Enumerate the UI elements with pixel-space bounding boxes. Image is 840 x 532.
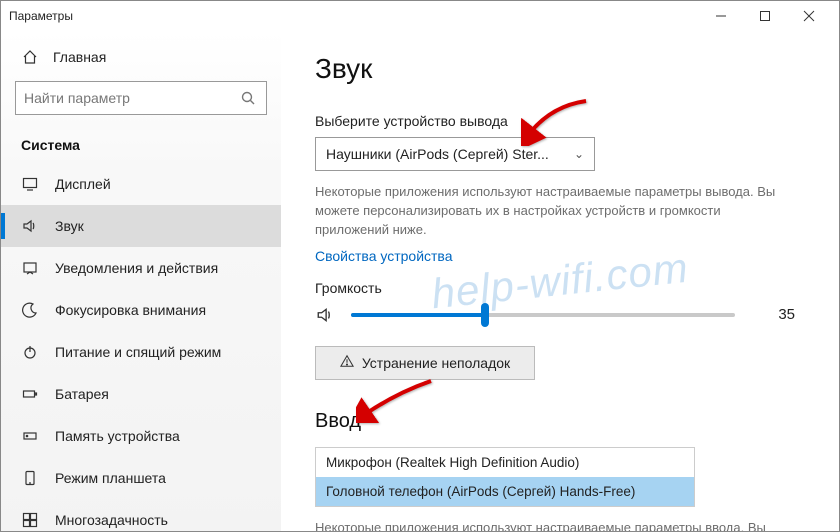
input-section-title: Ввод — [315, 410, 805, 433]
battery-icon — [21, 386, 39, 402]
nav-label: Память устройства — [55, 428, 180, 444]
window-body: Главная Система Дисплей Звук Уведомления… — [1, 31, 839, 531]
input-option-0[interactable]: Микрофон (Realtek High Definition Audio) — [316, 448, 694, 477]
nav-item-battery[interactable]: Батарея — [1, 373, 281, 415]
maximize-button[interactable] — [743, 1, 787, 31]
output-device-label: Выберите устройство вывода — [315, 113, 805, 129]
titlebar: Параметры — [1, 1, 839, 31]
nav-item-notifications[interactable]: Уведомления и действия — [1, 247, 281, 289]
nav-label: Батарея — [55, 386, 109, 402]
nav-label: Дисплей — [55, 176, 111, 192]
sidebar: Главная Система Дисплей Звук Уведомления… — [1, 31, 281, 531]
output-device-dropdown[interactable]: Наушники (AirPods (Сергей) Ster... ⌄ — [315, 137, 595, 171]
storage-icon — [21, 428, 39, 444]
input-device-list[interactable]: Микрофон (Realtek High Definition Audio)… — [315, 447, 695, 507]
nav-label: Многозадачность — [55, 512, 168, 528]
nav-item-sound[interactable]: Звук — [1, 205, 281, 247]
minimize-button[interactable] — [699, 1, 743, 31]
home-link[interactable]: Главная — [1, 41, 281, 75]
nav-item-tablet[interactable]: Режим планшета — [1, 457, 281, 499]
nav-label: Питание и спящий режим — [55, 344, 221, 360]
volume-value: 35 — [751, 306, 795, 323]
main-panel: help-wifi.com Звук Выберите устройство в… — [281, 31, 839, 531]
settings-window: Параметры Главная Система Дисплей Звук У… — [0, 0, 840, 532]
troubleshoot-label: Устранение неполадок — [362, 355, 510, 371]
input-helper-text: Некоторые приложения используют настраив… — [315, 519, 785, 531]
home-label: Главная — [53, 49, 106, 65]
sound-icon — [21, 218, 39, 234]
nav-item-storage[interactable]: Память устройства — [1, 415, 281, 457]
nav-list: Дисплей Звук Уведомления и действия Фоку… — [1, 163, 281, 531]
nav-label: Режим планшета — [55, 470, 166, 486]
output-helper-text: Некоторые приложения используют настраив… — [315, 183, 785, 240]
warning-icon — [340, 354, 354, 371]
page-title: Звук — [315, 53, 805, 85]
nav-item-power[interactable]: Питание и спящий режим — [1, 331, 281, 373]
volume-row: 35 — [315, 306, 795, 324]
display-icon — [21, 176, 39, 192]
notifications-icon — [21, 260, 39, 276]
window-title: Параметры — [9, 9, 699, 23]
power-icon — [21, 344, 39, 360]
nav-label: Фокусировка внимания — [55, 302, 206, 318]
home-icon — [21, 49, 39, 65]
speaker-icon[interactable] — [315, 306, 335, 324]
nav-label: Уведомления и действия — [55, 260, 218, 276]
troubleshoot-button[interactable]: Устранение неполадок — [315, 346, 535, 380]
volume-label: Громкость — [315, 280, 805, 296]
multitask-icon — [21, 512, 39, 528]
search-box[interactable] — [15, 81, 267, 115]
dropdown-value: Наушники (AirPods (Сергей) Ster... — [326, 146, 549, 162]
input-option-1[interactable]: Головной телефон (AirPods (Сергей) Hands… — [316, 477, 694, 506]
search-input[interactable] — [24, 90, 238, 106]
volume-slider[interactable] — [351, 313, 735, 317]
close-button[interactable] — [787, 1, 831, 31]
nav-item-focus[interactable]: Фокусировка внимания — [1, 289, 281, 331]
tablet-icon — [21, 470, 39, 486]
chevron-down-icon: ⌄ — [574, 147, 584, 161]
nav-item-display[interactable]: Дисплей — [1, 163, 281, 205]
category-label: Система — [1, 129, 281, 163]
focus-icon — [21, 302, 39, 318]
nav-item-multitask[interactable]: Многозадачность — [1, 499, 281, 531]
search-icon — [238, 90, 258, 106]
nav-label: Звук — [55, 218, 84, 234]
device-properties-link[interactable]: Свойства устройства — [315, 248, 453, 264]
